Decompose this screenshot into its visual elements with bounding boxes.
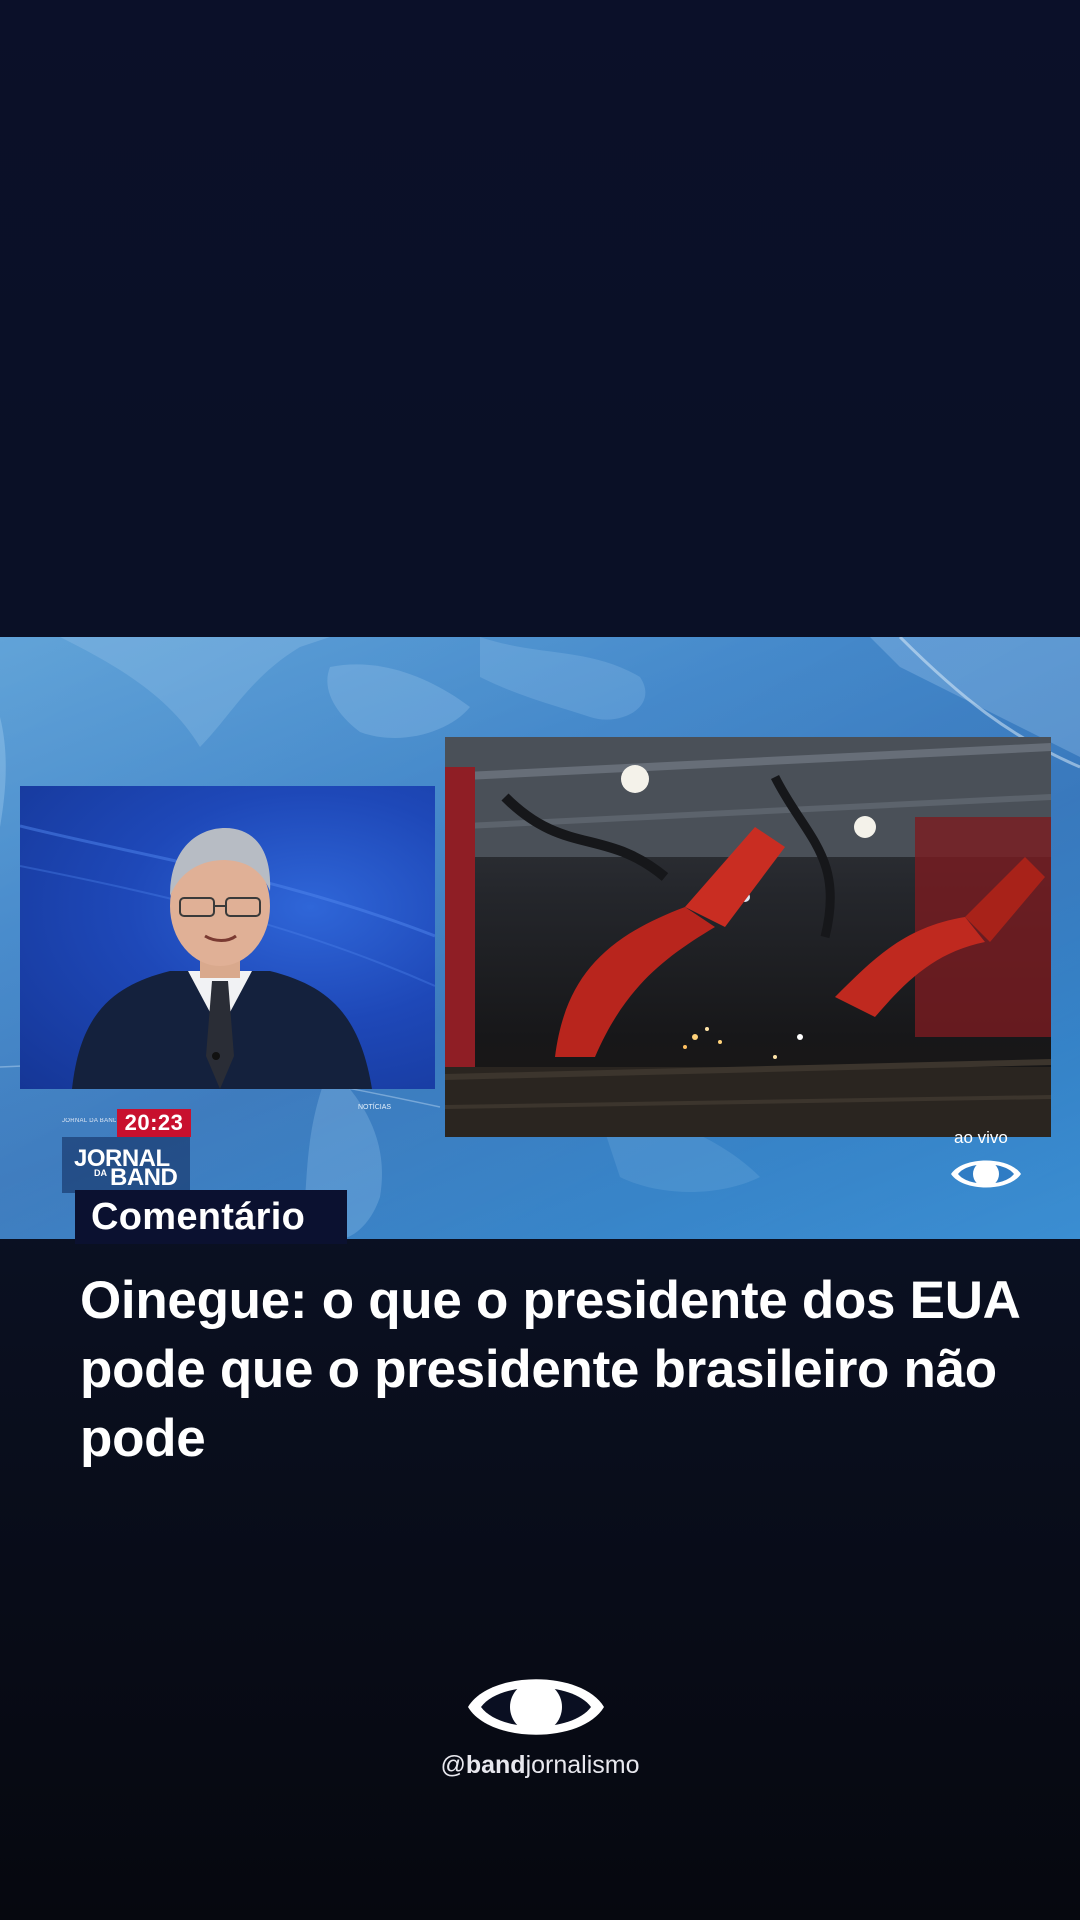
reel-page: NOTÍCIAS JORNAL DA BAND 20:23 JORNAL DA … <box>0 0 1080 1920</box>
jornal-da-band-logo: JORNAL DA BAND <box>62 1137 190 1193</box>
anchor-illustration <box>20 824 435 1089</box>
logo-line-band: BAND <box>110 1164 178 1191</box>
band-jornalismo-handle[interactable]: @bandjornalismo <box>0 1751 1080 1780</box>
factory-illustration <box>445 737 1051 1137</box>
live-label: ao vivo <box>954 1128 1008 1147</box>
handle-rest: jornalismo <box>525 1751 640 1779</box>
logo-line-da: DA <box>94 1168 107 1178</box>
live-clock: 20:23 <box>117 1109 191 1137</box>
broadcast-frame[interactable]: NOTÍCIAS JORNAL DA BAND 20:23 JORNAL DA … <box>0 637 1080 1239</box>
svg-text:NOTÍCIAS: NOTÍCIAS <box>358 1102 391 1111</box>
band-eye-logo-icon <box>468 1679 604 1735</box>
section-tag: Comentário <box>75 1190 347 1244</box>
anchor-video[interactable] <box>20 786 435 1089</box>
band-eye-icon <box>951 1160 1021 1188</box>
handle-bold: band <box>465 1751 526 1779</box>
headline: Oinegue: o que o presidente dos EUA pode… <box>80 1271 1019 1468</box>
handle-prefix: @ <box>440 1751 466 1779</box>
program-strip: JORNAL DA BAND <box>62 1118 116 1124</box>
factory-video[interactable] <box>445 737 1051 1137</box>
